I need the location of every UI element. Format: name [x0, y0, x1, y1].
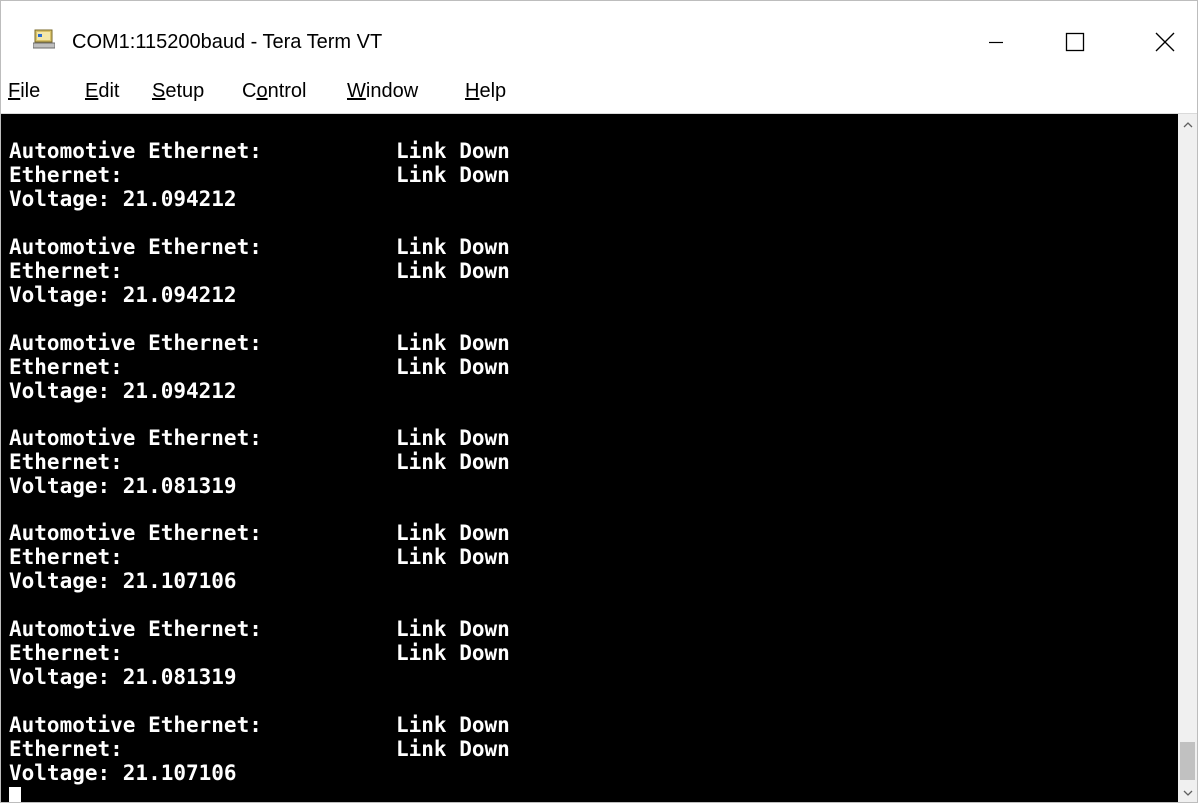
automotive-ethernet-label: Automotive Ethernet:	[9, 713, 262, 737]
voltage-line: Voltage: 21.081319	[9, 474, 237, 498]
maximize-button[interactable]	[1045, 19, 1105, 65]
ethernet-label: Ethernet:	[9, 545, 123, 569]
scroll-up-button[interactable]	[1178, 114, 1197, 134]
ethernet-status: Link Down	[396, 355, 510, 379]
menu-window-label: indow	[365, 80, 419, 102]
automotive-ethernet-status: Link Down	[396, 521, 510, 545]
ethernet-status: Link Down	[396, 737, 510, 761]
ethernet-label: Ethernet:	[9, 641, 123, 665]
automotive-ethernet-status: Link Down	[396, 713, 510, 737]
voltage-line: Voltage: 21.107106	[9, 761, 237, 785]
menu-setup-label: etup	[165, 80, 205, 102]
close-button[interactable]	[1135, 19, 1195, 65]
ethernet-status: Link Down	[396, 641, 510, 665]
ethernet-label: Ethernet:	[9, 737, 123, 761]
tera-term-app-icon[interactable]	[32, 29, 56, 49]
minimize-icon	[987, 34, 1003, 50]
voltage-line: Voltage: 21.094212	[9, 283, 237, 307]
automotive-ethernet-label: Automotive Ethernet:	[9, 617, 262, 641]
menu-edit-label: dit	[98, 80, 120, 102]
menu-setup[interactable]: Setup	[152, 79, 204, 103]
title-bar[interactable]: COM1:115200baud - Tera Term VT	[1, 1, 1197, 71]
ethernet-status: Link Down	[396, 545, 510, 569]
menu-file-label: ile	[20, 80, 41, 102]
voltage-line: Voltage: 21.094212	[9, 379, 237, 403]
voltage-line: Voltage: 21.081319	[9, 665, 237, 689]
voltage-line: Voltage: 21.094212	[9, 187, 237, 211]
menu-help[interactable]: Help	[465, 79, 506, 103]
menu-control-label: ntrol	[267, 80, 307, 102]
menu-bar: File Edit Setup Control Window Help	[1, 71, 1197, 114]
menu-setup-mnemonic: S	[152, 80, 166, 102]
automotive-ethernet-label: Automotive Ethernet:	[9, 521, 262, 545]
text-cursor	[9, 787, 21, 802]
menu-edit-mnemonic: E	[85, 80, 99, 102]
ethernet-label: Ethernet:	[9, 355, 123, 379]
menu-file[interactable]: File	[8, 79, 40, 103]
automotive-ethernet-label: Automotive Ethernet:	[9, 331, 262, 355]
menu-control-mnemonic: o	[256, 80, 268, 102]
minimize-button[interactable]	[965, 19, 1025, 65]
menu-help-mnemonic: H	[465, 80, 480, 102]
menu-edit[interactable]: Edit	[85, 79, 119, 103]
menu-control-prefix: C	[242, 80, 257, 102]
menu-window-mnemonic: W	[347, 80, 366, 102]
chevron-up-icon	[1183, 115, 1193, 133]
menu-help-label: elp	[479, 80, 507, 102]
automotive-ethernet-label: Automotive Ethernet:	[9, 139, 262, 163]
close-icon	[1155, 32, 1175, 52]
ethernet-label: Ethernet:	[9, 450, 123, 474]
terminal-output[interactable]: Automotive Ethernet: Link Down Ethernet: L…	[1, 114, 1178, 802]
scroll-down-button[interactable]	[1178, 782, 1197, 802]
menu-control[interactable]: Control	[242, 79, 306, 103]
scroll-thumb[interactable]	[1180, 742, 1195, 780]
ethernet-status: Link Down	[396, 450, 510, 474]
automotive-ethernet-label: Automotive Ethernet:	[9, 235, 262, 259]
chevron-down-icon	[1183, 783, 1193, 801]
voltage-line: Voltage: 21.107106	[9, 569, 237, 593]
ethernet-label: Ethernet:	[9, 259, 123, 283]
maximize-icon	[1065, 32, 1085, 52]
automotive-ethernet-status: Link Down	[396, 426, 510, 450]
tera-term-window: COM1:115200baud - Tera Term VT File Edit…	[0, 0, 1198, 803]
automotive-ethernet-status: Link Down	[396, 235, 510, 259]
automotive-ethernet-status: Link Down	[396, 617, 510, 641]
vertical-scrollbar[interactable]	[1178, 114, 1197, 802]
menu-file-mnemonic: F	[8, 80, 21, 102]
menu-window[interactable]: Window	[347, 79, 418, 103]
automotive-ethernet-label: Automotive Ethernet:	[9, 426, 262, 450]
ethernet-status: Link Down	[396, 259, 510, 283]
window-title: COM1:115200baud - Tera Term VT	[72, 31, 383, 53]
ethernet-status: Link Down	[396, 163, 510, 187]
automotive-ethernet-status: Link Down	[396, 139, 510, 163]
automotive-ethernet-status: Link Down	[396, 331, 510, 355]
ethernet-label: Ethernet:	[9, 163, 123, 187]
